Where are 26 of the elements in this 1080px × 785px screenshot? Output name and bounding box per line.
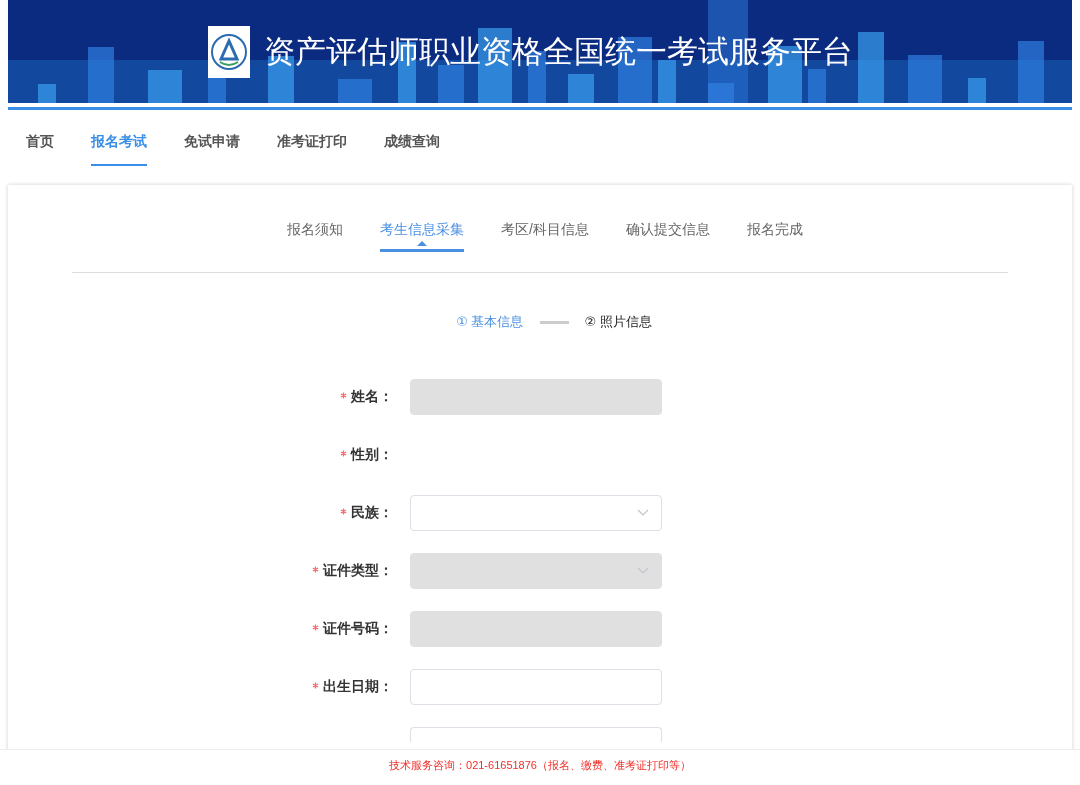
step-tab[interactable]: 报名须知 (287, 220, 344, 252)
nav-tab[interactable]: 首页 (26, 130, 54, 166)
logo-icon (207, 25, 250, 78)
input-field[interactable] (410, 669, 662, 705)
step-tab[interactable]: 考生信息采集 (380, 220, 465, 252)
substep-label: ① 基本信息 (456, 313, 524, 331)
field-label: 证件号码： (323, 620, 393, 636)
nav-tab[interactable]: 准考证打印 (277, 130, 347, 166)
step-tab[interactable]: 报名完成 (746, 220, 803, 252)
step-tab[interactable]: 考区/科目信息 (501, 220, 589, 252)
field-label: 证件类型： (323, 562, 393, 578)
nav-tab[interactable]: 成绩查询 (384, 130, 440, 166)
substep-label: ② 照片信息 (584, 313, 652, 331)
support-hotline: 技术服务咨询：021-61651876（报名、缴费、准考证打印等） (389, 758, 691, 773)
input-field[interactable] (410, 727, 662, 742)
nav-tab[interactable]: 报名考试 (91, 130, 147, 166)
field-label: 性别： (351, 446, 393, 462)
step-tab[interactable]: 确认提交信息 (625, 220, 710, 252)
field-label: 民族： (351, 504, 393, 520)
field-label: 姓名： (351, 388, 393, 404)
chevron-down-icon (637, 567, 649, 575)
site-title: 资产评估师职业资格全国统一考试服务平台 (263, 32, 853, 71)
chevron-down-icon (637, 509, 649, 517)
field-label: 出生日期： (323, 678, 393, 694)
select-field[interactable] (410, 495, 662, 531)
nav-tab[interactable]: 免试申请 (184, 130, 240, 166)
